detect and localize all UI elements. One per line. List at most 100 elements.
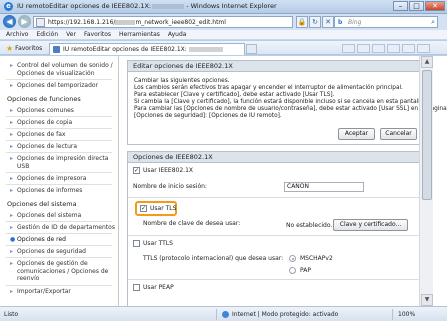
close-button[interactable]: ✕ [425,1,445,11]
divider [216,309,217,320]
page-content: Control del volumen de sonido /Opciones … [0,56,447,311]
maximize-button[interactable]: □ [409,1,424,11]
window-title: IU remotoEditar opciones de IEEE802.1X: … [17,2,277,10]
divider [6,245,112,246]
info-line: Si cambia la [Clave y certificado], la f… [134,99,426,105]
divider [6,233,112,234]
security-zone[interactable]: Internet | Modo protegido: activado [222,311,338,318]
use-ieee-label: Usar IEEE802.1X [143,167,193,174]
menu-edicion[interactable]: Edición [36,30,58,39]
sidebar-item-fax[interactable]: Opciones de fax [10,131,115,139]
key-status: No establecido. [286,222,333,229]
window-title-app: - Windows Internet Explorer [186,2,277,10]
url-path: m_network_ieee802_edit.html [135,19,226,26]
pap-label: PAP [300,267,311,274]
refresh-icon[interactable]: ↻ [309,16,321,28]
sidebar-item-printer[interactable]: Opciones de impresora [10,175,115,183]
home-icon[interactable] [342,44,355,53]
sidebar-section-functions: Opciones de funciones [7,95,81,103]
sidebar-item-security[interactable]: Opciones de seguridad [10,248,115,256]
window-title-page: IU remotoEditar opciones de IEEE802.1X: [17,2,152,10]
sidebar-item-label: Control del volumen de sonido / [17,62,113,69]
divider [6,285,112,286]
accept-button[interactable]: Aceptar [338,128,375,140]
menu-herramientas[interactable]: Herramientas [119,30,160,39]
sidebar-item-communication[interactable]: Opciones de gestión decomunicaciones / O… [10,260,115,283]
address-bar[interactable]: https://192.168.1.216/m_network_ieee802_… [33,16,293,28]
mschapv2-radio[interactable] [289,255,296,262]
divider [6,79,112,80]
main-panel: Editar opciones de IEEE802.1X Cambiar la… [120,56,447,311]
minimize-button[interactable]: – [393,1,408,11]
menu-ayuda[interactable]: Ayuda [168,30,187,39]
mail-icon[interactable] [372,44,385,53]
sidebar-item-copy[interactable]: Opciones de copia [10,119,115,127]
search-box[interactable]: b Bing ⌕ [334,16,438,28]
command-bar [342,44,432,53]
sidebar-item-department-id[interactable]: Gestión de ID de departamentos [10,224,115,232]
zoom-level[interactable]: 100% [398,311,415,318]
sidebar-item-timer[interactable]: Opciones del temporizador [10,82,115,90]
use-ttls-checkbox[interactable] [133,240,140,247]
sidebar-item-label: Opciones de fax [17,131,66,138]
sidebar: Control del volumen de sonido /Opciones … [0,56,119,306]
menu-favoritos[interactable]: Favoritos [84,30,111,39]
menu-archivo[interactable]: Archivo [6,30,28,39]
address-url: https://192.168.1.216/m_network_ieee802_… [48,19,226,26]
key-certificate-button[interactable]: Clave y certificado... [333,219,408,231]
use-tls-checkbox[interactable]: ✓ [140,205,147,212]
navigation-bar: ◀ ▶ https://192.168.1.216/m_network_ieee… [0,14,447,30]
info-line: Los cambios serán efectivos tras apagar … [134,85,403,91]
page-menu-icon[interactable] [402,44,415,53]
ttls-protocol-label: TTLS (protocolo internacional) que desea… [143,255,284,262]
sidebar-item-label: comunicaciones / Opciones de [17,267,109,275]
tab-title: IU remotoEditar opciones de IEEE802.1X: [63,46,187,53]
security-zone-label: Internet | Modo protegido: activado [232,311,339,318]
new-tab-button[interactable] [246,44,257,54]
window-controls: – □ ✕ [392,1,445,11]
sidebar-item-network[interactable]: Opciones de red [10,236,115,244]
scroll-thumb[interactable] [422,70,432,200]
divider [6,221,112,222]
vertical-scrollbar[interactable]: ▲ ▼ [419,56,433,306]
favorites-button[interactable]: ★ Favoritos [6,44,42,53]
tools-menu-icon[interactable] [417,44,430,53]
divider [128,197,421,198]
divider [6,184,112,185]
sidebar-item-sound-volume[interactable]: Control del volumen de sonido /Opciones … [10,62,115,77]
sidebar-item-import-export[interactable]: Importar/Exportar [10,288,115,296]
divider [6,152,112,153]
sidebar-item-label: Opciones de lectura [17,143,78,150]
sidebar-item-common[interactable]: Opciones comunes [10,107,115,115]
divider [6,172,112,173]
sidebar-item-system[interactable]: Opciones del sistema [10,212,115,220]
login-name-input[interactable]: CANON [284,182,364,192]
forward-button[interactable]: ▶ [18,15,31,28]
use-ieee-checkbox[interactable]: ✓ [133,167,140,174]
info-line: Para cambiar las [Opciones de nombre de … [134,106,447,112]
sidebar-item-scan[interactable]: Opciones de lectura [10,143,115,151]
sidebar-item-label: USB [17,162,30,170]
stop-icon[interactable]: ✕ [322,16,334,28]
search-icon[interactable]: ⌕ [431,18,435,27]
lock-icon[interactable]: 🔒 [296,16,308,28]
scroll-up-icon[interactable]: ▲ [421,56,433,68]
scroll-down-icon[interactable]: ▼ [421,294,433,306]
feeds-icon[interactable] [357,44,370,53]
sidebar-item-direct-print[interactable]: Opciones de impresión directaUSB [10,155,115,170]
redacted-text [152,3,185,9]
back-button[interactable]: ◀ [3,15,16,28]
divider [392,309,393,320]
bing-icon: b [338,19,343,26]
divider [6,116,112,117]
sidebar-item-reports[interactable]: Opciones de informes [10,187,115,195]
menu-ver[interactable]: Ver [66,30,76,39]
browser-tab[interactable]: IU remotoEditar opciones de IEEE802.1X: [49,43,245,55]
pap-radio[interactable] [289,267,296,274]
favorites-bar: ★ Favoritos IU remotoEditar opciones de I… [0,41,447,55]
sidebar-item-label: Opciones de visualización [17,69,95,77]
use-peap-checkbox[interactable] [133,284,140,291]
edit-panel: Editar opciones de IEEE802.1X Cambiar la… [127,60,447,145]
cancel-button[interactable]: Cancelar [380,128,417,140]
print-icon[interactable] [387,44,400,53]
